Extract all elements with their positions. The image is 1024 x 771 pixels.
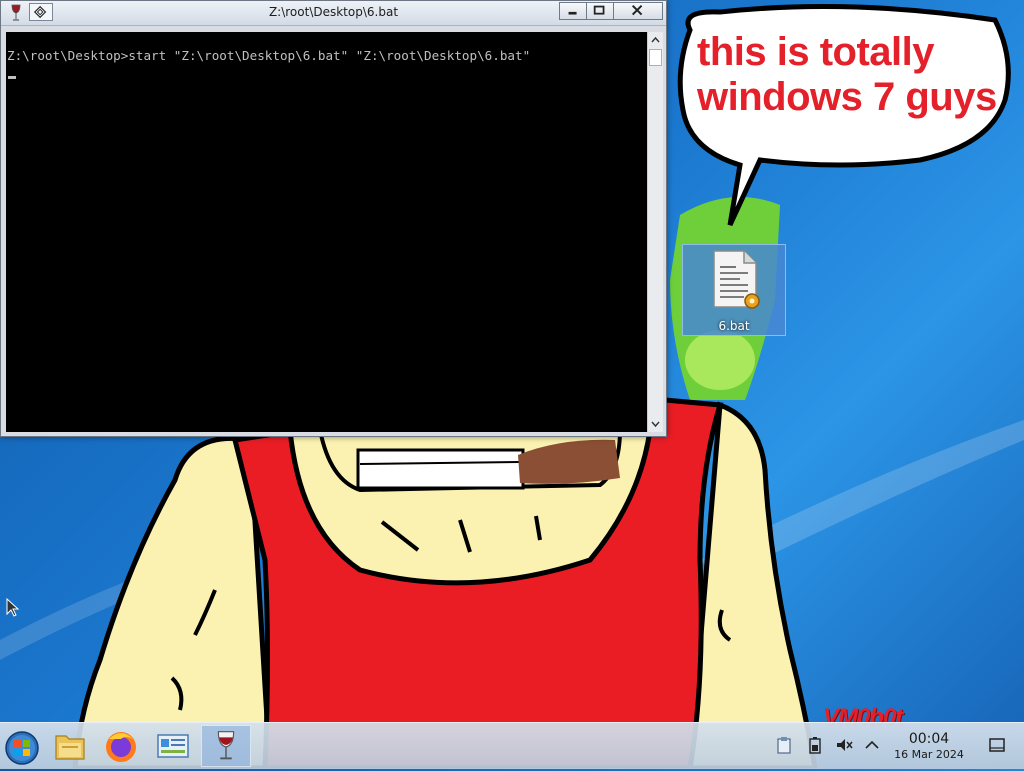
chevron-up-icon[interactable] [863,736,881,754]
show-desktop-icon[interactable] [988,736,1006,754]
battery-icon[interactable] [806,736,824,754]
close-button[interactable] [613,2,663,20]
clipboard-icon[interactable] [775,736,793,754]
scroll-down-button[interactable] [648,416,663,432]
vertical-scrollbar[interactable] [647,32,663,432]
folder-icon [55,735,85,760]
console-output[interactable]: Z:\root\Desktop>start "Z:\root\Desktop\6… [6,32,647,432]
chevron-down-icon [651,421,660,428]
window-titlebar[interactable]: Z:\root\Desktop\6.bat [1,1,666,26]
wine-glass-icon [217,731,235,760]
mouse-pointer-icon [6,598,20,617]
start-button[interactable] [0,725,44,767]
control-panel-icon [157,734,189,758]
scroll-thumb[interactable] [649,49,662,66]
minimize-button[interactable] [559,2,587,20]
clock-date[interactable]: 16 Mar 2024 [888,748,970,761]
desktop-icon-label: 6.bat [718,319,750,333]
taskbar-file-manager[interactable] [48,725,92,767]
maximize-button[interactable] [586,2,614,20]
firefox-icon [106,732,136,762]
windows-orb-icon [5,731,39,765]
taskbar [0,722,1024,769]
taskbar-wine-console[interactable] [201,725,251,767]
console-window[interactable]: Z:\root\Desktop\6.bat Z:\root\Desktop>st… [0,0,667,437]
console-command-line: Z:\root\Desktop>start "Z:\root\Desktop\6… [7,48,531,63]
close-icon [631,4,643,16]
desktop-icon-6-bat[interactable]: 6.bat [682,244,786,336]
minimize-icon [568,11,577,15]
chevron-up-icon [651,36,660,43]
volume-muted-icon[interactable] [835,736,853,754]
maximize-icon [593,5,605,15]
batch-file-icon [713,250,760,309]
taskbar-control-panel[interactable] [151,725,195,767]
speech-bubble-text: this is totally windows 7 guys [697,30,997,119]
scroll-up-button[interactable] [648,32,663,48]
clock-time[interactable]: 00:04 [888,731,970,747]
text-cursor [8,76,16,79]
taskbar-firefox[interactable] [99,725,143,767]
